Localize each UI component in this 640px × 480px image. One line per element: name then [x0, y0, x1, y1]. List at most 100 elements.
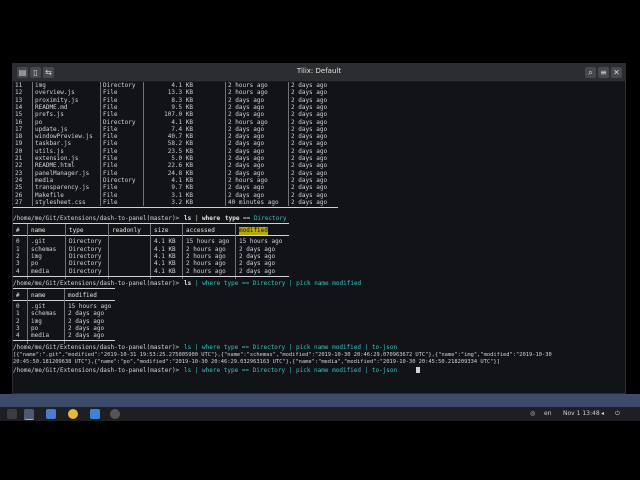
top-listing-cell: extension.js	[35, 155, 79, 162]
table2-header: #	[16, 291, 20, 299]
top-listing-cell: 13.3 KB	[167, 89, 193, 97]
top-listing-cell: po	[35, 118, 43, 126]
table1-cell: 2 days ago	[239, 267, 276, 275]
menu-icon[interactable]: ≡	[598, 67, 609, 78]
top-listing-cell: File	[103, 96, 118, 104]
top-listing-cell: 15	[15, 111, 23, 119]
top-listing-cell: 24	[15, 176, 23, 184]
command-where: where	[202, 215, 221, 223]
table1-header: type	[69, 227, 84, 235]
top-listing-cell: 23	[15, 169, 23, 177]
top-listing-cell: 2 days ago	[291, 82, 328, 89]
top-listing-cell: 2 days ago	[228, 147, 265, 155]
table2-cell: schemas	[31, 310, 57, 318]
settings-app-icon[interactable]	[110, 409, 120, 419]
table1-header: size	[154, 227, 169, 235]
table1-divider	[65, 224, 66, 280]
top-listing-cell: 13	[15, 96, 23, 104]
top-listing-cell: 2 days ago	[228, 111, 265, 119]
terminal-app-icon[interactable]	[24, 409, 34, 420]
top-listing-cell: 5.0 KB	[171, 155, 193, 162]
volume-icon[interactable]: ◂	[601, 410, 604, 417]
clock[interactable]: Nov 1 13:48	[563, 410, 600, 417]
activities-icon[interactable]	[7, 409, 17, 419]
prompt-path: /home/me/Git/Extensions/dash-to-panel(ma…	[13, 344, 180, 352]
top-listing-cell: 2 days ago	[228, 96, 265, 104]
top-listing-cell: 17	[15, 125, 23, 133]
top-listing-cell: 14	[15, 103, 23, 111]
power-icon[interactable]: ⏻	[615, 410, 620, 418]
top-listing-cell: 8.3 KB	[171, 96, 193, 104]
terminal-window: ▤ ▯ ⇆ Tilix: Default ⌕ ≡ ✕ 11 img Director…	[12, 63, 626, 394]
top-listing-cell: 2 hours ago	[228, 176, 268, 184]
top-listing-cell: 2 days ago	[228, 125, 265, 133]
top-listing-cell: windowPreview.js	[35, 133, 93, 141]
top-listing-cell: 2 days ago	[291, 103, 328, 111]
terminal-content[interactable]: 11 img Directory 4.1 KB 2 hours ago 2 days ag…	[13, 82, 625, 393]
table2-cell: 4	[16, 332, 20, 340]
files-app-icon[interactable]	[46, 409, 56, 419]
table1-divider	[27, 224, 28, 280]
table1-header: readonly	[112, 227, 141, 235]
night-light-icon[interactable]: ◎	[530, 410, 535, 417]
table1-cell: 15 hours ago	[239, 238, 283, 246]
keyboard-language[interactable]: en	[544, 410, 552, 417]
top-listing-cell: File	[103, 111, 118, 119]
top-listing-cell: transparency.js	[35, 184, 90, 192]
top-listing-cell: utils.js	[35, 147, 64, 155]
table1-header: accessed	[186, 227, 215, 235]
table2-divider	[27, 288, 28, 344]
top-listing-cell: taskbar.js	[35, 140, 72, 148]
table1-cell: 2 days ago	[239, 260, 276, 268]
top-listing-cell: 4.1 KB	[171, 118, 193, 126]
top-listing-cell: README.html	[35, 162, 75, 170]
top-listing-cell: 2 days ago	[228, 191, 265, 199]
table1-cell: media	[31, 267, 50, 275]
top-listing-cell: File	[103, 162, 118, 170]
table1-cell: 4.1 KB	[154, 245, 176, 253]
prompt-path: /home/me/Git/Extensions/dash-to-panel(ma…	[13, 215, 180, 223]
top-listing-cell: 4.1 KB	[171, 82, 193, 89]
top-listing-cell: panelManager.js	[35, 169, 90, 177]
table1-cell: img	[31, 253, 42, 260]
chrome-app-icon[interactable]	[68, 409, 78, 419]
table-divider	[288, 82, 289, 207]
table-divider	[32, 82, 33, 207]
top-listing-cell: 27	[15, 198, 23, 206]
top-listing-cell: 2 days ago	[291, 96, 328, 104]
top-listing-cell: img	[35, 82, 46, 89]
code-app-icon[interactable]	[90, 409, 100, 419]
top-listing-cell: 3.1 KB	[171, 191, 193, 199]
top-listing-cell: prefs.js	[35, 111, 64, 119]
equals-op: ==	[243, 215, 251, 223]
top-listing-cell: 2 days ago	[291, 147, 328, 155]
table1-cell: 2 hours ago	[186, 260, 226, 268]
top-listing-cell: Makefile	[35, 191, 64, 199]
top-listing-cell: update.js	[35, 125, 68, 133]
top-listing-cell: 22.6 KB	[167, 162, 193, 170]
json-output-line: [{"name":".git","modified":"2019-10-31 1…	[13, 351, 552, 358]
top-listing-cell: 12	[15, 89, 23, 97]
table1-cell: .git	[31, 238, 46, 246]
top-listing-cell: File	[103, 155, 118, 162]
table1-cell: 4	[16, 267, 20, 275]
table1-cell: Directory	[69, 267, 102, 275]
table2-cell: 2 days ago	[68, 332, 105, 340]
top-listing-cell: media	[35, 176, 54, 184]
top-listing-cell: 2 days ago	[228, 184, 265, 192]
pipeline-text: ls | where type == Directory | pick name…	[184, 344, 398, 352]
top-listing-cell: README.md	[35, 103, 68, 111]
search-icon[interactable]: ⌕	[585, 67, 596, 78]
top-listing-cell: stylesheet.css	[35, 198, 86, 206]
top-listing-cell: 58.2 KB	[167, 140, 193, 148]
top-listing-cell: 2 days ago	[228, 140, 265, 148]
table2-header: name	[31, 291, 46, 299]
close-icon[interactable]: ✕	[611, 67, 622, 78]
top-listing-cell: 2 days ago	[291, 140, 328, 148]
table2-cell: 2 days ago	[68, 317, 105, 325]
command-ls: ls	[184, 215, 192, 223]
top-listing-cell: 2 days ago	[291, 184, 328, 192]
table2-divider	[64, 288, 65, 344]
top-listing-cell: 2 days ago	[291, 111, 328, 119]
value-directory: Directory	[254, 215, 287, 223]
